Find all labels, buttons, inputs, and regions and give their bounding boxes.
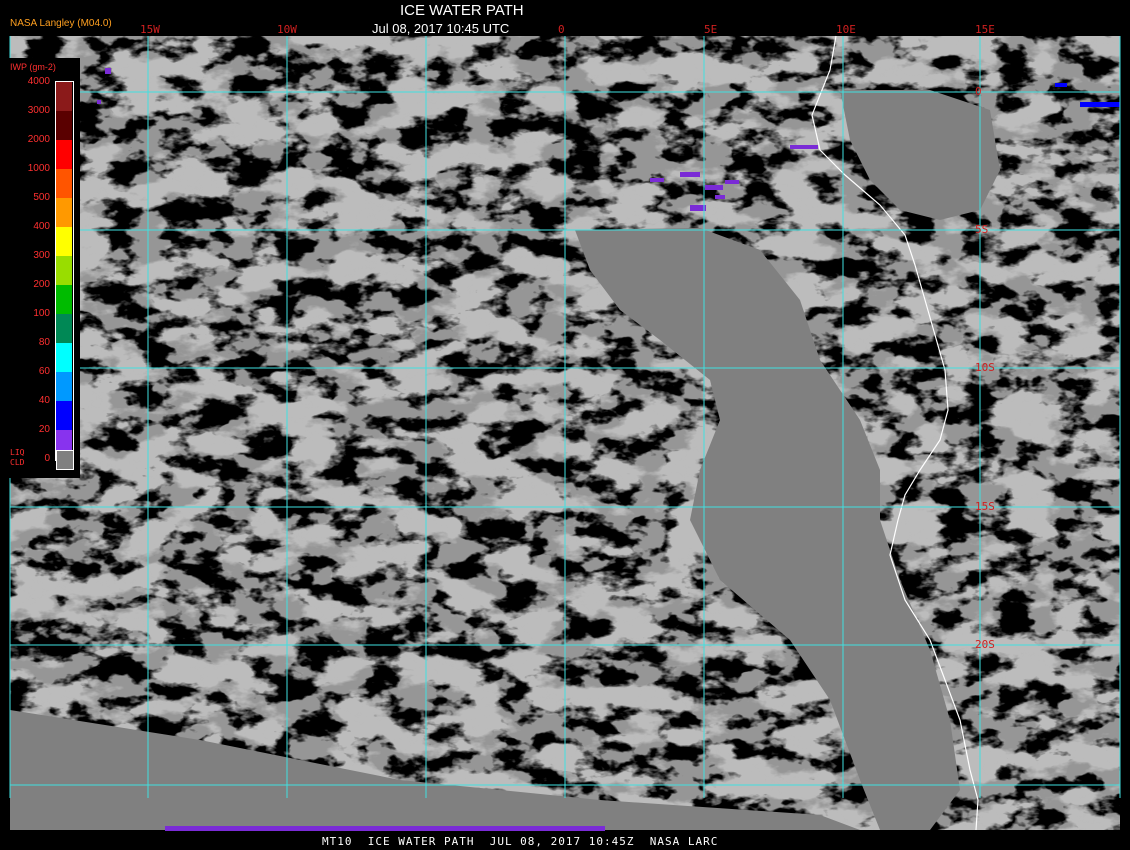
lon-label-5e: 5E [704,23,718,36]
lat-label-15s: 15S [975,500,995,513]
lat-label-0: 0 [975,85,982,98]
lon-label-0: 0 [558,23,565,36]
brand-label: NASA Langley (M04.0) [10,18,112,29]
legend-level-label: 100 [33,308,50,319]
lat-label-5s: 5S [975,223,989,236]
lon-label-10e: 10E [836,23,856,36]
legend-title: IWP (gm-2) [10,62,56,72]
legend-level-label: 40 [38,395,50,406]
map-datetime: Jul 08, 2017 10:45 UTC [372,21,510,36]
map-title: ICE WATER PATH [400,2,524,19]
lon-label-10w: 10W [277,23,297,36]
liq-cld-swatch [56,450,74,470]
legend-level-label: 300 [33,250,50,261]
lon-label-15w: 15W [140,23,160,36]
lat-label-20s: 20S [975,638,995,651]
legend-level-label: 3000 [27,105,50,116]
legend-level-label: 60 [38,366,50,377]
legend-level-label: 1000 [27,163,50,174]
legend-colorbar-frame [55,81,74,461]
legend-level-label: 2000 [27,134,50,145]
legend-level-label: 0 [44,453,50,464]
legend-level-label: 200 [33,279,50,290]
legend-level-label: 20 [38,424,50,435]
footer-caption: MT10 ICE WATER PATH JUL 08, 2017 10:45Z … [322,835,719,848]
legend-level-label: 400 [33,221,50,232]
legend-level-label: 4000 [27,76,50,87]
legend-level-label: 500 [33,192,50,203]
legend-level-label: 80 [38,337,50,348]
lat-label-10s: 10S [975,361,995,374]
satellite-map [0,0,1130,850]
liq-cld-label: LIQ CLD [10,448,25,467]
lon-label-15e: 15E [975,23,995,36]
